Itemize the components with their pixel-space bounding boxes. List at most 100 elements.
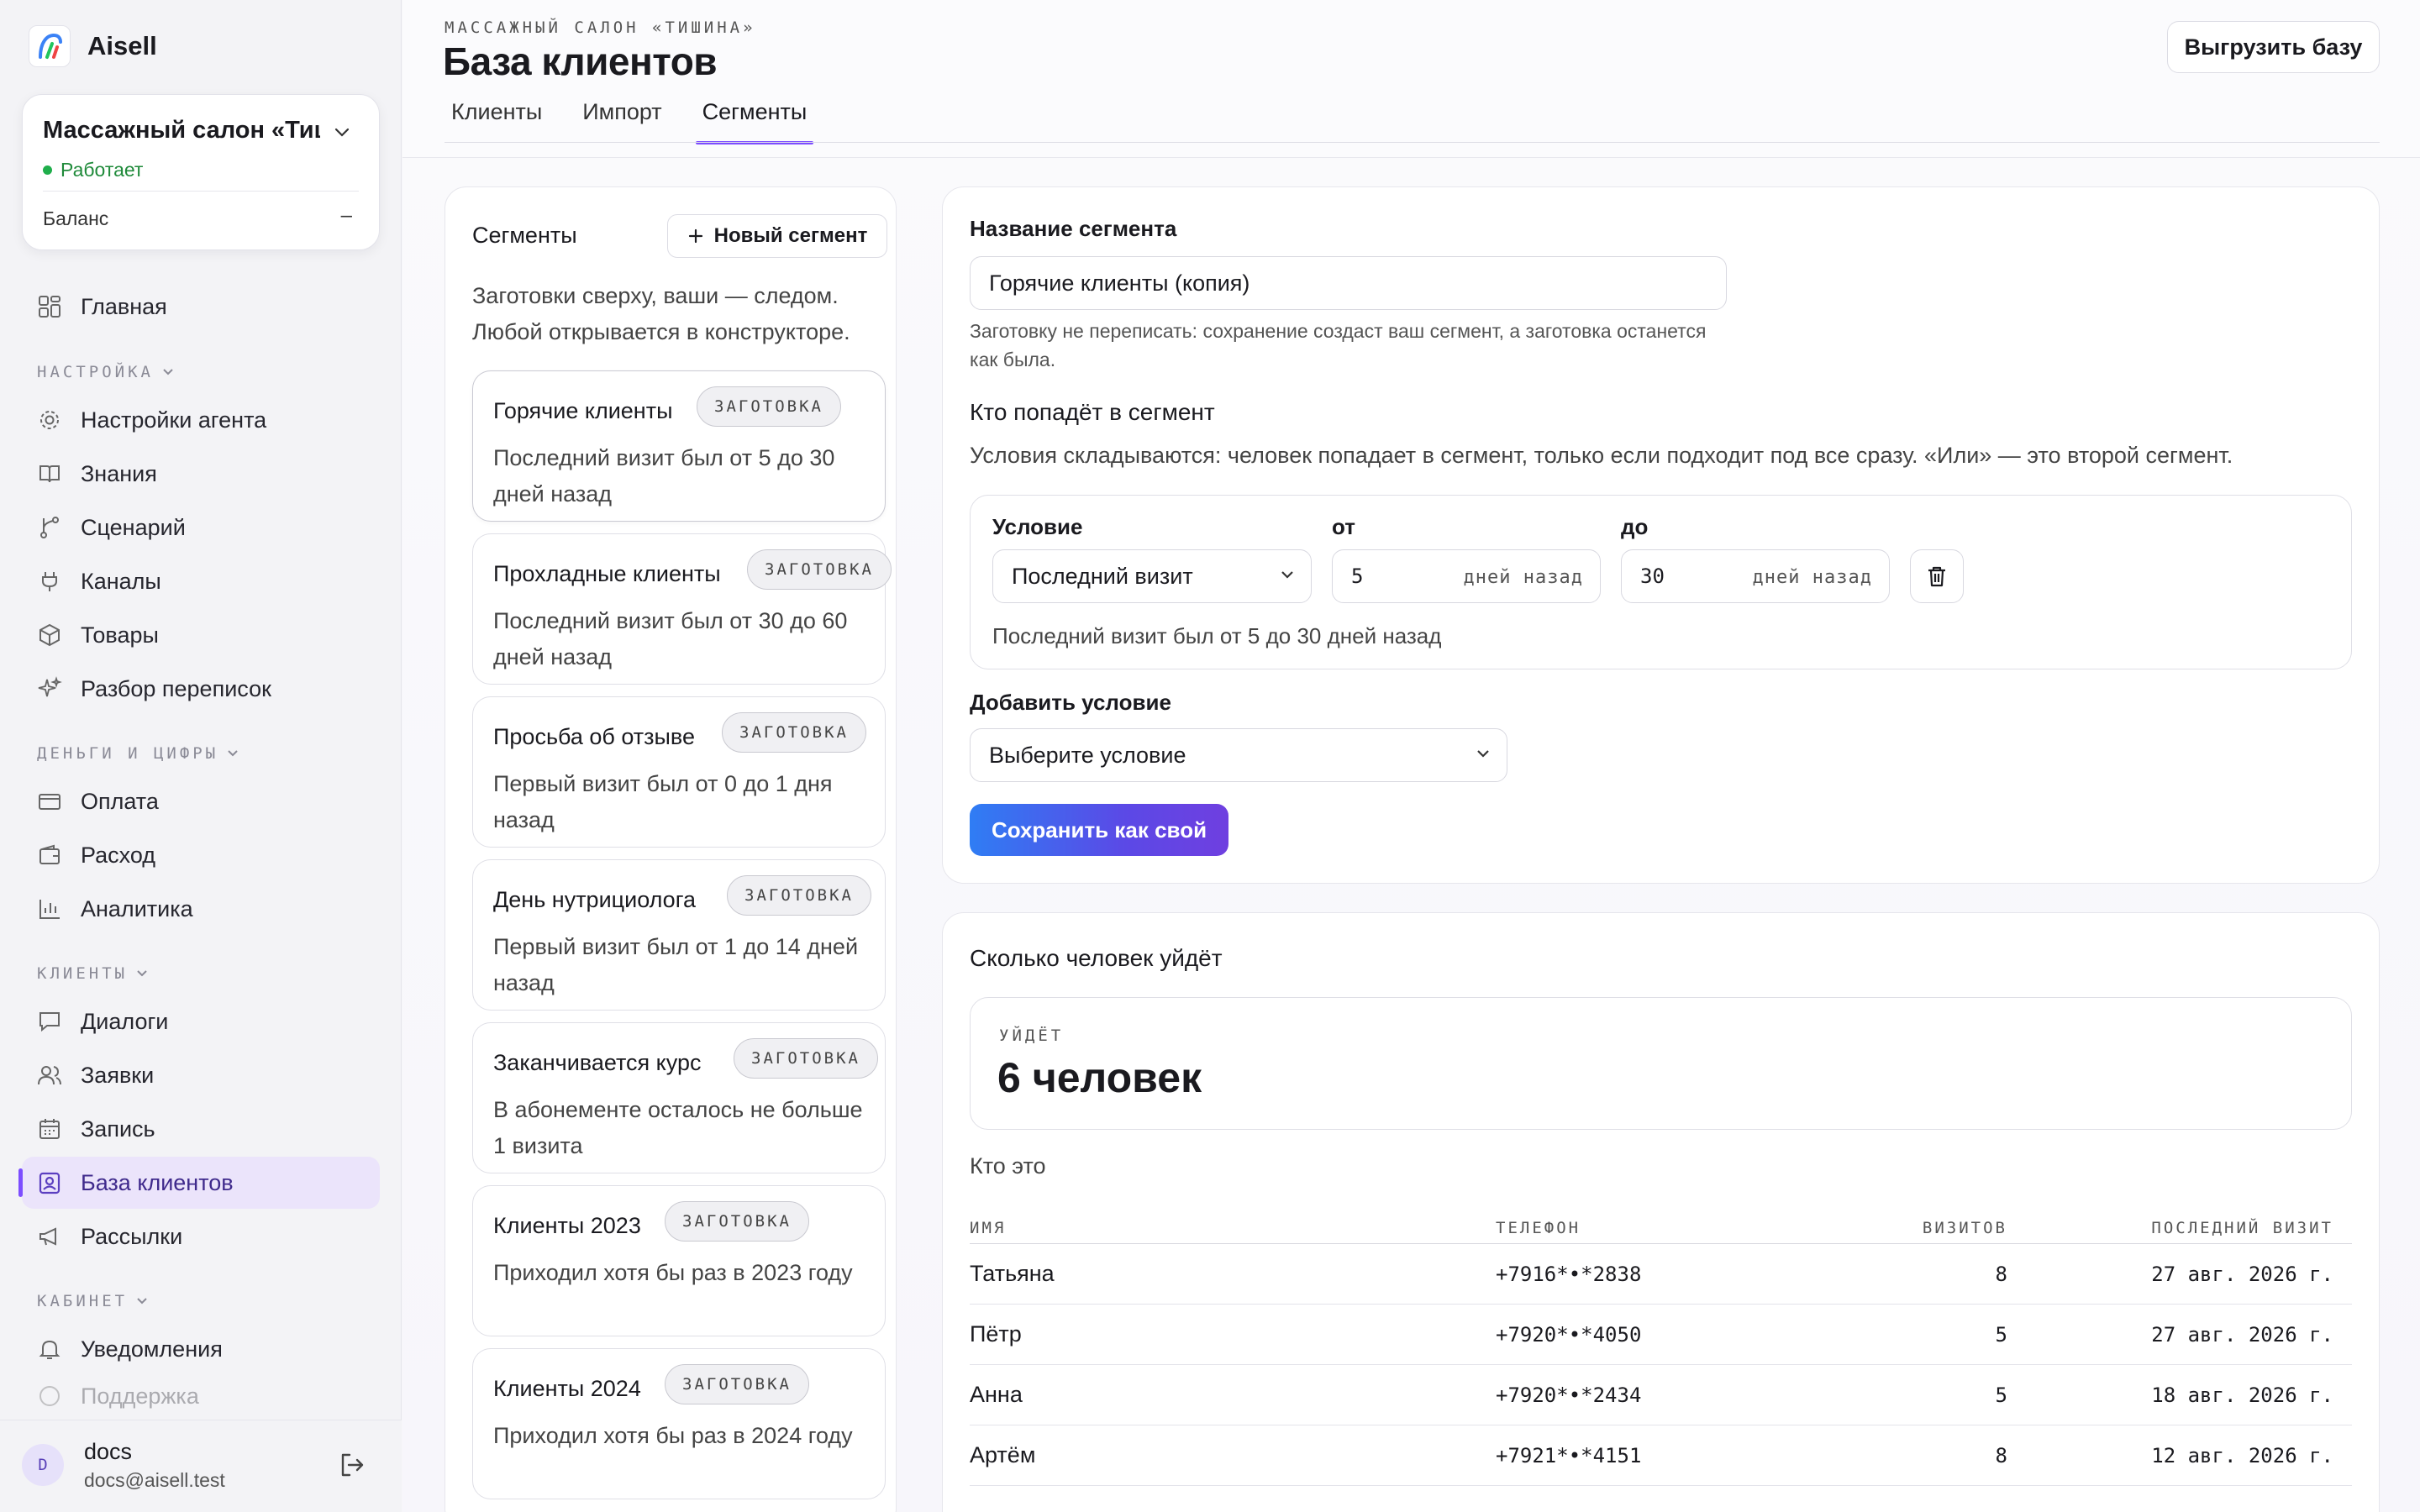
segment-name-label: Название сегмента	[970, 216, 1177, 241]
org-status: Работает	[43, 159, 143, 181]
nav-label: Расход	[81, 842, 156, 868]
from-label: от	[1332, 514, 1355, 539]
nav-analytics[interactable]: Аналитика	[22, 883, 380, 935]
contact-card-icon	[39, 1172, 60, 1194]
segment-desc: Первый визит был от 1 до 14 дней назад	[493, 934, 859, 995]
segment-card[interactable]: Клиенты 2024 ЗАГОТОВКА Приходил хотя бы …	[472, 1348, 886, 1499]
chevron-down-icon	[228, 750, 238, 757]
org-switcher[interactable]: Массажный салон «Тиш… Работает Баланс –	[22, 94, 380, 250]
nav-scenario[interactable]: Сценарий	[22, 501, 380, 554]
nav-agent-settings[interactable]: Настройки агента	[22, 394, 380, 446]
segment-card[interactable]: Горячие клиенты ЗАГОТОВКА Последний визи…	[472, 370, 886, 522]
segment-card[interactable]: День нутрициолога ЗАГОТОВКА Первый визит…	[472, 859, 886, 1011]
tab-import[interactable]: Импорт	[576, 91, 668, 143]
nav-notifications[interactable]: Уведомления	[22, 1323, 380, 1375]
add-condition-select[interactable]: Выберите условие	[970, 728, 1507, 782]
chevron-down-icon	[137, 970, 147, 977]
nav-channels[interactable]: Каналы	[22, 555, 380, 607]
wallet-icon	[39, 844, 60, 864]
nav-label: Поддержка	[81, 1383, 199, 1409]
condition-select[interactable]: Последний визит	[992, 549, 1312, 603]
nav-mailings[interactable]: Рассылки	[22, 1210, 380, 1263]
segment-card[interactable]: Клиенты 2023 ЗАГОТОВКА Приходил хотя бы …	[472, 1185, 886, 1336]
nav-dialogs[interactable]: Диалоги	[22, 995, 380, 1047]
client-visits: 8	[1995, 1263, 2007, 1286]
segment-desc: Последний визит был от 5 до 30 дней наза…	[493, 445, 835, 507]
to-value: 30	[1640, 564, 1665, 588]
column-header-visits[interactable]: ВИЗИТОВ	[1923, 1219, 2007, 1237]
segment-name-input[interactable]: Горячие клиенты (копия)	[970, 256, 1727, 310]
chevron-down-icon	[1477, 750, 1489, 758]
column-header-phone[interactable]: ТЕЛЕФОН	[1496, 1219, 1581, 1237]
page-title: База клиентов	[443, 39, 718, 83]
nav-requests[interactable]: Заявки	[22, 1049, 380, 1101]
nav-label: Товары	[81, 622, 159, 648]
client-name: Татьяна	[970, 1261, 1055, 1286]
nav-expense[interactable]: Расход	[22, 829, 380, 881]
segment-title: Заканчивается курс	[493, 1050, 702, 1075]
audience-card: Сколько человек уйдёт УЙДЁТ 6 человек Кт…	[942, 912, 2380, 1512]
column-header-name[interactable]: ИМЯ	[970, 1219, 1006, 1237]
audience-count-value: 6 человек	[997, 1054, 1202, 1101]
client-phone: +7921*•*4151	[1496, 1444, 1642, 1467]
nav-label: Заявки	[81, 1062, 155, 1088]
nav-label: Аналитика	[81, 895, 193, 921]
client-visits: 8	[1995, 1444, 2007, 1467]
balance-value: –	[340, 204, 352, 227]
export-button[interactable]: Выгрузить базу	[2167, 21, 2380, 73]
avatar[interactable]: D	[22, 1444, 64, 1486]
client-name: Артём	[970, 1442, 1036, 1467]
nav-home[interactable]: Главная	[22, 281, 380, 333]
chat-bubble-icon	[39, 1012, 60, 1032]
nav-section-clients[interactable]: КЛИЕНТЫ	[37, 964, 148, 983]
nav-support[interactable]: Поддержка	[22, 1377, 380, 1415]
segment-editor: Название сегмента Горячие клиенты (копия…	[942, 186, 2380, 884]
client-name: Анна	[970, 1382, 1023, 1407]
segment-card[interactable]: Прохладные клиенты ЗАГОТОВКА Последний в…	[472, 533, 892, 685]
segment-title: Клиенты 2023	[493, 1213, 641, 1238]
nav-payment[interactable]: Оплата	[22, 775, 380, 827]
nav-label: Уведомления	[81, 1336, 223, 1362]
user-footer: D docs docs@aisell.test	[0, 1420, 402, 1512]
nav-client-base[interactable]: База клиентов	[18, 1157, 380, 1209]
segments-title: Сегменты	[472, 223, 577, 248]
table-row[interactable]: Татьяна +7916*•*2838 8 27 авг. 2026 г.	[970, 1244, 2352, 1305]
delete-condition-button[interactable]	[1910, 549, 1964, 603]
save-segment-button[interactable]: Сохранить как свой	[970, 804, 1228, 856]
to-input[interactable]: 30 дней назад	[1621, 549, 1890, 603]
table-row[interactable]: Артём +7921*•*4151 8 12 авг. 2026 г.	[970, 1425, 2352, 1486]
nav-products[interactable]: Товары	[22, 609, 380, 661]
section-label: КАБИНЕТ	[37, 1292, 129, 1310]
nav-booking[interactable]: Запись	[22, 1103, 380, 1155]
nav-section-cabinet[interactable]: КАБИНЕТ	[37, 1292, 148, 1310]
nav-knowledge[interactable]: Знания	[22, 448, 380, 500]
tab-clients[interactable]: Клиенты	[445, 91, 549, 143]
audience-count-label: УЙДЁТ	[999, 1026, 1065, 1045]
segments-subtitle: Заготовки сверху, ваши — следом. Любой о…	[472, 283, 850, 344]
nav-section-settings[interactable]: НАСТРОЙКА	[37, 363, 174, 381]
brand-name: Aisell	[87, 31, 157, 60]
brand[interactable]: Aisell	[29, 25, 157, 67]
column-header-last-visit[interactable]: ПОСЛЕДНИЙ ВИЗИТ	[2151, 1219, 2333, 1237]
logout-icon[interactable]	[338, 1451, 366, 1479]
client-phone: +7920*•*2434	[1496, 1383, 1642, 1407]
table-row[interactable]: Анна +7920*•*2434 5 18 авг. 2026 г.	[970, 1365, 2352, 1425]
segment-desc: Приходил хотя бы раз в 2023 году	[493, 1260, 853, 1285]
tab-segments[interactable]: Сегменты	[695, 91, 814, 144]
segment-card[interactable]: Заканчивается курс ЗАГОТОВКА В абонемент…	[472, 1022, 886, 1173]
from-input[interactable]: 5 дней назад	[1332, 549, 1601, 603]
gear-icon	[40, 411, 59, 429]
sparkle-icon	[38, 676, 62, 697]
table-row[interactable]: Пётр +7920*•*4050 5 27 авг. 2026 г.	[970, 1305, 2352, 1365]
nav-chat-review[interactable]: Разбор переписок	[22, 663, 380, 715]
nav-label: Сценарий	[81, 514, 186, 540]
section-label: КЛИЕНТЫ	[37, 964, 129, 983]
from-suffix: дней назад	[1463, 567, 1583, 588]
nav-label: База клиентов	[81, 1169, 234, 1195]
new-segment-button[interactable]: Новый сегмент	[667, 214, 887, 258]
nav-label: Настройки агента	[81, 407, 267, 433]
grid-icon	[39, 296, 60, 318]
nav-section-money[interactable]: ДЕНЬГИ И ЦИФРЫ	[37, 744, 239, 763]
segment-card[interactable]: Просьба об отзыве ЗАГОТОВКА Первый визит…	[472, 696, 886, 848]
org-name: Массажный салон «Тиш…	[43, 117, 320, 144]
